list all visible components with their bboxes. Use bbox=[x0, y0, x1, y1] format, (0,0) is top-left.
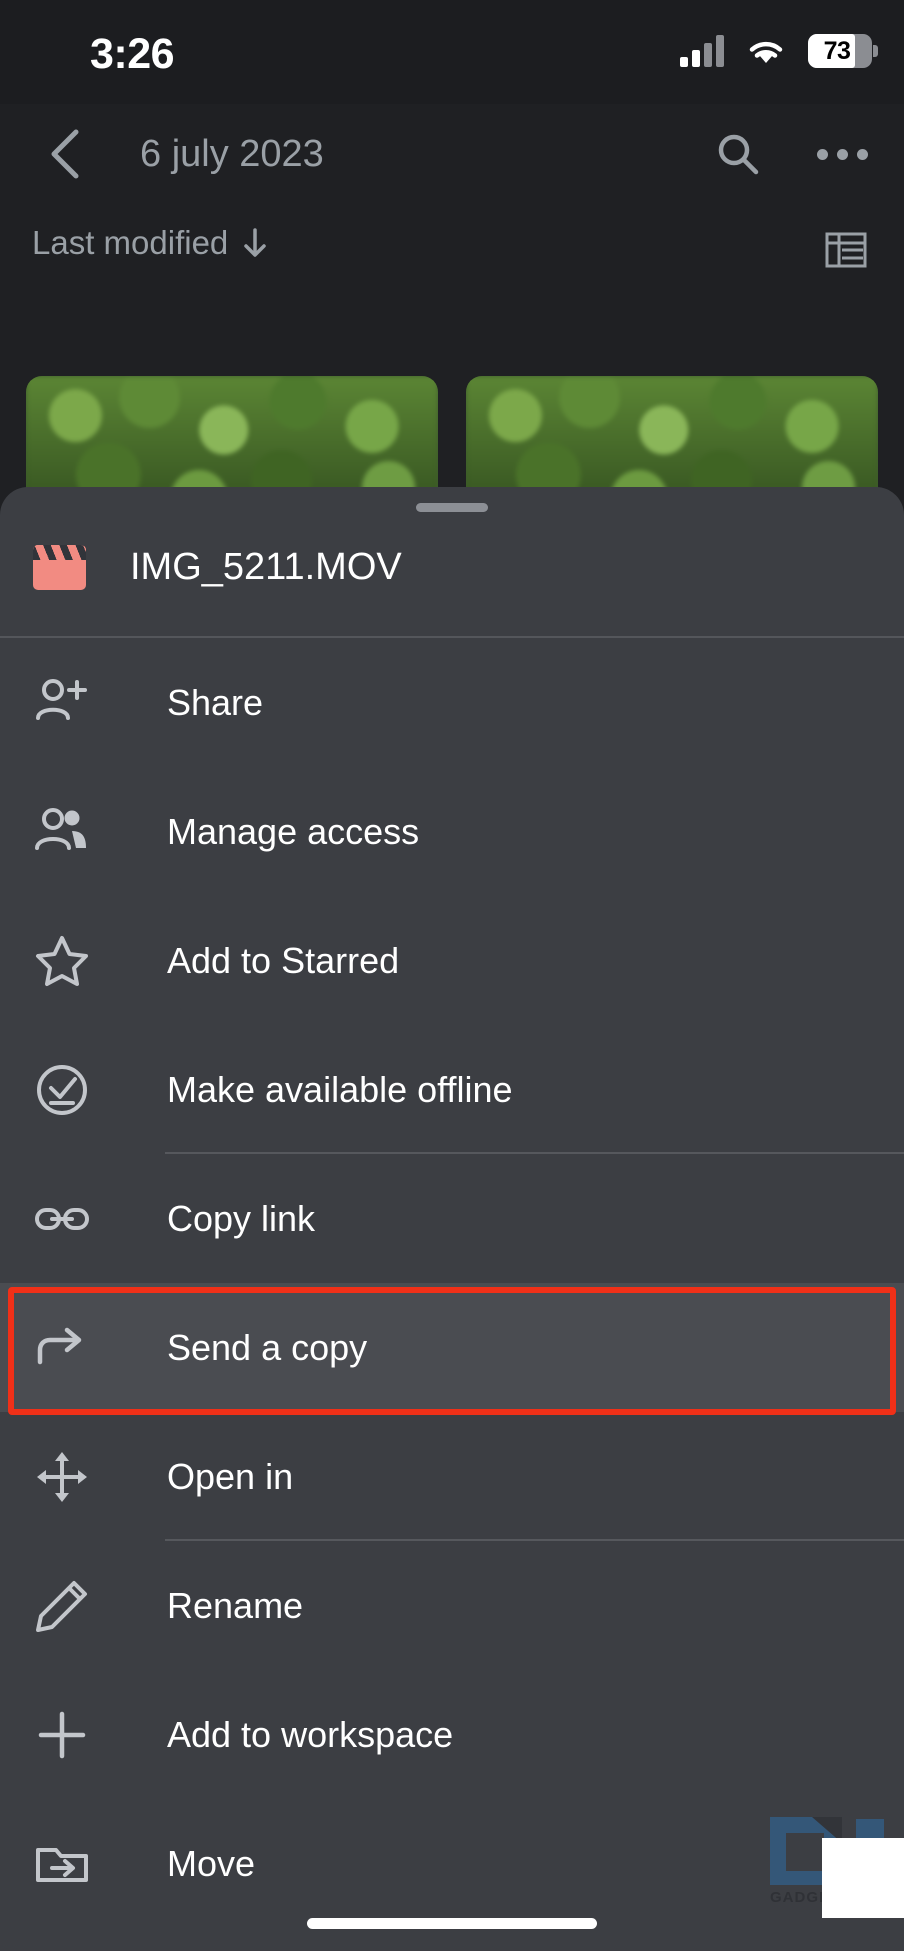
view-toggle-button[interactable] bbox=[822, 226, 870, 274]
plus-icon bbox=[32, 1705, 92, 1765]
menu-item-label: Add to workspace bbox=[167, 1713, 454, 1755]
people-icon bbox=[32, 802, 92, 862]
menu-item-label: Rename bbox=[167, 1584, 304, 1626]
menu-item-label: Send a copy bbox=[167, 1326, 368, 1368]
wifi-icon bbox=[746, 36, 786, 66]
video-clapperboard-icon bbox=[33, 545, 86, 590]
menu-item-move[interactable]: Move bbox=[0, 1799, 904, 1928]
menu-item-open-in[interactable]: Open in bbox=[0, 1412, 904, 1541]
search-button[interactable] bbox=[702, 118, 774, 190]
file-options-bottom-sheet: IMG_5211.MOV Share Manage access Add to … bbox=[0, 487, 904, 1951]
offline-check-circle-icon bbox=[32, 1060, 92, 1120]
sort-row: Last modified bbox=[0, 208, 904, 300]
menu-item-label: Add to Starred bbox=[167, 939, 400, 981]
menu-item-label: Open in bbox=[167, 1455, 294, 1497]
menu-item-label: Move bbox=[167, 1842, 256, 1884]
sheet-header: IMG_5211.MOV bbox=[0, 487, 904, 636]
battery-icon: 73 bbox=[808, 34, 878, 68]
menu-item-share[interactable]: Share bbox=[0, 638, 904, 767]
open-in-move-icon bbox=[32, 1447, 92, 1507]
menu-item-rename[interactable]: Rename bbox=[0, 1541, 904, 1670]
cellular-signal-icon bbox=[680, 35, 724, 67]
chevron-left-icon bbox=[51, 129, 79, 179]
status-time: 3:26 bbox=[90, 30, 175, 78]
menu-item-manage-access[interactable]: Manage access bbox=[0, 767, 904, 896]
send-arrow-icon bbox=[32, 1318, 92, 1378]
sort-button[interactable]: Last modified bbox=[32, 224, 270, 262]
menu-item-send-a-copy[interactable]: Send a copy bbox=[0, 1283, 904, 1412]
menu-item-add-to-workspace[interactable]: Add to workspace bbox=[0, 1670, 904, 1799]
white-overlay-box bbox=[822, 1838, 904, 1918]
sort-label: Last modified bbox=[32, 224, 229, 261]
menu-item-copy-link[interactable]: Copy link bbox=[0, 1154, 904, 1283]
link-icon bbox=[32, 1189, 92, 1249]
app-bar-actions bbox=[702, 118, 878, 190]
arrow-down-icon bbox=[244, 228, 267, 257]
options-menu: Share Manage access Add to Starred Make … bbox=[0, 638, 904, 1928]
more-options-icon bbox=[816, 148, 868, 160]
menu-item-label: Make available offline bbox=[167, 1068, 513, 1110]
menu-item-add-to-starred[interactable]: Add to Starred bbox=[0, 896, 904, 1025]
status-indicators: 73 bbox=[680, 34, 878, 68]
file-name-label: IMG_5211.MOV bbox=[130, 545, 402, 588]
more-options-button[interactable] bbox=[806, 118, 878, 190]
app-bar: 6 july 2023 bbox=[0, 104, 904, 208]
page-title: 6 july 2023 bbox=[140, 132, 324, 175]
person-add-icon bbox=[32, 673, 92, 733]
folder-move-icon bbox=[32, 1834, 92, 1894]
list-view-icon bbox=[825, 232, 867, 268]
back-button[interactable] bbox=[30, 118, 102, 190]
menu-item-make-available-offline[interactable]: Make available offline bbox=[0, 1025, 904, 1154]
battery-percent-label: 73 bbox=[823, 36, 851, 65]
home-indicator bbox=[307, 1918, 597, 1929]
menu-item-label: Share bbox=[167, 681, 264, 723]
star-outline-icon bbox=[32, 931, 92, 991]
menu-item-label: Copy link bbox=[167, 1197, 316, 1239]
phone-screen: 3:26 73 6 july 2023 Last modified IMG_52… bbox=[0, 0, 904, 1951]
status-bar: 3:26 73 bbox=[0, 0, 904, 104]
menu-item-label: Manage access bbox=[167, 810, 420, 852]
pencil-icon bbox=[32, 1576, 92, 1636]
search-icon bbox=[718, 134, 759, 175]
